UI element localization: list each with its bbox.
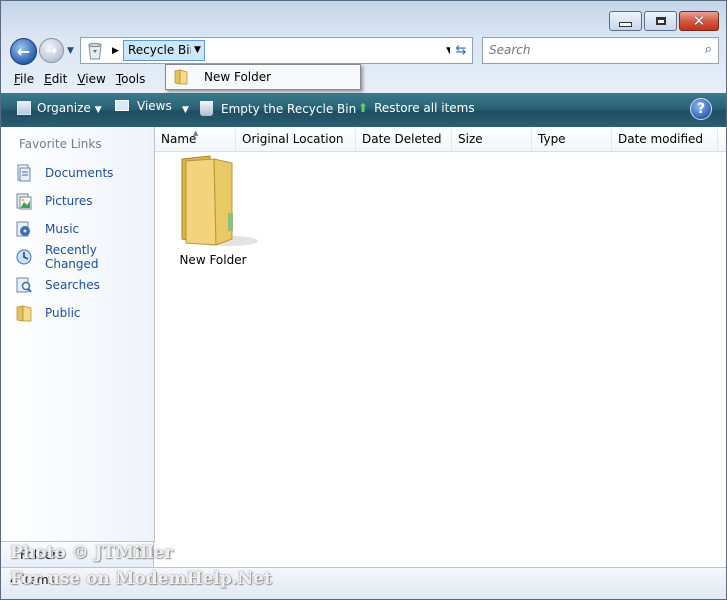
column-header-date-deleted[interactable]: Date Deleted [356,127,452,151]
chevron-down-icon: ▼ [94,105,102,115]
maximize-icon [655,17,666,25]
file-item-label: New Folder [179,253,247,267]
recently-changed-icon [16,249,32,265]
column-header-date-modified[interactable]: Date modified [612,127,718,151]
restore-arrow-icon: ⬆ [358,101,369,115]
help-button[interactable]: ? [690,98,712,120]
refresh-button[interactable]: ⇆ [450,37,473,64]
window-chrome: ✕ ← → ▼ ▶ Recycle Bin ▼ ▼ ⇆ ⌕ [1,1,726,93]
watermark-line-1: Photo © JTMiller [10,543,174,563]
forward-arrow-icon: → [45,42,58,59]
recycle-bin-icon [200,101,213,116]
sidebar-item-pictures[interactable]: Pictures [15,190,93,212]
breadcrumb-separator-icon[interactable]: ▶ [112,46,119,56]
sidebar-item-documents[interactable]: Documents [15,162,113,184]
views-icon [115,100,129,111]
restore-all-items-button[interactable]: ⬆ Restore all items [358,101,475,115]
searches-icon [16,277,32,293]
menu-file-rest: ile [20,72,35,86]
sidebar-item-music[interactable]: Music [15,218,79,240]
menu-tools[interactable]: Tools [111,69,151,91]
back-button[interactable]: ← [10,38,37,65]
folder-icon [181,155,258,246]
chevron-down-icon: ▼ [194,45,201,55]
column-header-name[interactable]: ▲ Name [155,127,236,151]
sidebar-item-recently-changed[interactable]: Recently Changed [15,243,154,271]
minimize-icon [619,22,632,27]
close-icon: ✕ [692,11,706,30]
command-bar: Organize ▼ Views ▼ Empty the Recycle Bin … [1,93,726,127]
explorer-window: ✕ ← → ▼ ▶ Recycle Bin ▼ ▼ ⇆ ⌕ [0,0,727,600]
public-folder-icon [16,305,32,322]
empty-recycle-bin-button[interactable]: Empty the Recycle Bin [200,101,356,116]
search-input[interactable] [487,42,691,58]
sort-ascending-icon: ▲ [193,129,199,137]
watermark-line-2: For use on ModemHelp.Net [10,569,272,589]
column-header-type[interactable]: Type [532,127,612,151]
file-item[interactable]: New Folder [163,155,263,275]
chevron-down-icon: ▼ [182,105,189,115]
search-icon[interactable]: ⌕ [705,42,712,57]
refresh-icon: ⇆ [455,43,467,58]
caption-buttons: ✕ [609,11,719,31]
back-arrow-icon: ← [16,42,31,61]
minimize-button[interactable] [609,11,642,31]
navigation-pane: Favorite Links Documents Pictures Music … [1,127,155,542]
music-icon [16,221,30,237]
column-header-row: ▲ Name Original Location Date Deleted Si… [155,127,726,152]
favorite-links-heading: Favorite Links [19,137,102,151]
close-button[interactable]: ✕ [679,11,719,31]
menu-file[interactable]: File [9,69,39,91]
recent-pages-dropdown-icon[interactable]: ▼ [67,46,74,56]
documents-icon [17,164,31,182]
breadcrumb-dropdown-menu: New Folder [165,64,361,90]
maximize-button[interactable] [644,11,677,31]
views-button[interactable]: Views [115,99,172,113]
sidebar-item-public[interactable]: Public [15,302,81,324]
breadcrumb-dropdown-button[interactable]: ▼ [191,40,205,61]
column-header-size[interactable]: Size [452,127,532,151]
menu-bar: File Edit View Tools [9,69,150,91]
recycle-bin-icon [88,42,102,60]
organize-button[interactable]: Organize ▼ [17,101,102,115]
forward-button[interactable]: → [39,38,64,63]
menu-view[interactable]: View [72,69,110,91]
navigation-row: ← → ▼ ▶ Recycle Bin ▼ ▼ ⇆ ⌕ [10,37,720,65]
column-header-original-location[interactable]: Original Location [236,127,356,151]
menu-edit[interactable]: Edit [39,69,72,91]
views-dropdown-button[interactable]: ▼ [178,101,189,115]
folder-icon [174,69,188,85]
pictures-icon [16,193,32,210]
address-bar[interactable]: ▶ Recycle Bin ▼ ▼ [80,37,460,64]
sidebar-item-searches[interactable]: Searches [15,274,100,296]
dropdown-item-new-folder[interactable]: New Folder [204,70,271,84]
organize-icon [17,101,31,115]
search-box[interactable]: ⌕ [482,37,719,64]
